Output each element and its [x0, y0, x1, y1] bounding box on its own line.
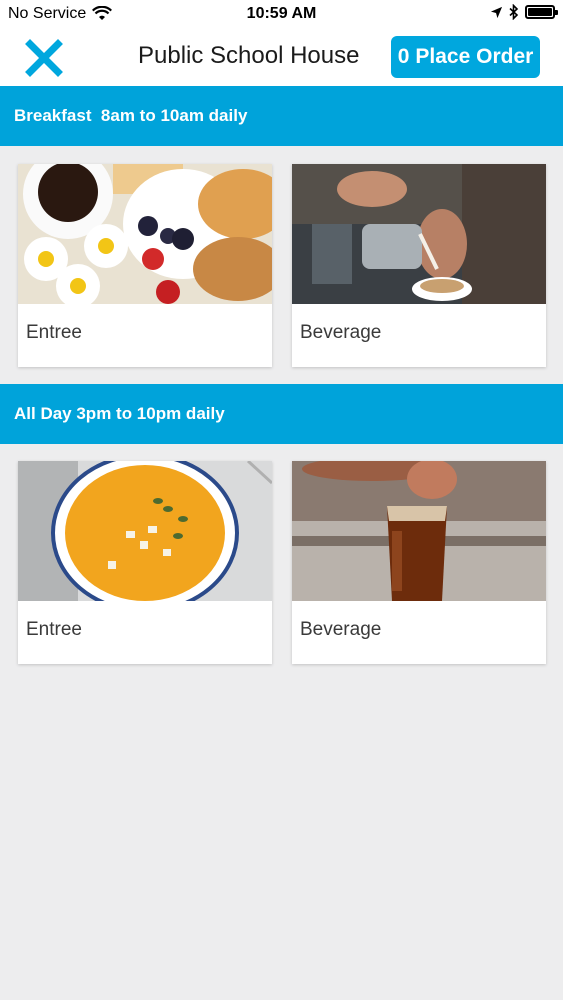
status-right [490, 4, 558, 20]
place-order-label: Place Order [415, 45, 534, 68]
close-icon [25, 39, 63, 77]
status-time: 10:59 AM [246, 5, 317, 22]
menu-card-breakfast-beverage[interactable]: Beverage [292, 164, 546, 367]
location-arrow-icon [490, 6, 503, 18]
close-button[interactable] [24, 38, 64, 78]
place-order-button[interactable]: 0 Place Order [391, 36, 540, 78]
battery-icon [525, 5, 558, 19]
nav-bar: Public School House 0 Place Order [0, 30, 563, 86]
menu-card-all-day-beverage[interactable]: Beverage [292, 461, 546, 664]
card-label: Beverage [300, 619, 382, 640]
section-header-all-day: All Day 3pm to 10pm daily [0, 384, 563, 444]
section-header-breakfast: Breakfast 8am to 10am daily [0, 86, 563, 146]
latte-pour-photo [292, 164, 546, 304]
card-label: Beverage [300, 322, 382, 343]
card-label: Entree [26, 619, 82, 640]
menu-card-all-day-entree[interactable]: Entree [18, 461, 272, 664]
pumpkin-soup-photo [18, 461, 272, 601]
section-title: All Day 3pm to 10pm daily [14, 404, 225, 423]
section-title: Breakfast 8am to 10am daily [14, 106, 248, 125]
order-count: 0 [397, 45, 410, 68]
breakfast-pastries-photo [18, 164, 272, 304]
bluetooth-icon [509, 4, 519, 20]
card-label: Entree [26, 322, 82, 343]
page-title: Public School House [138, 42, 360, 69]
menu-card-breakfast-entree[interactable]: Entree [18, 164, 272, 367]
status-bar: No Service 10:59 AM [0, 0, 563, 30]
beer-glass-photo [292, 461, 546, 601]
